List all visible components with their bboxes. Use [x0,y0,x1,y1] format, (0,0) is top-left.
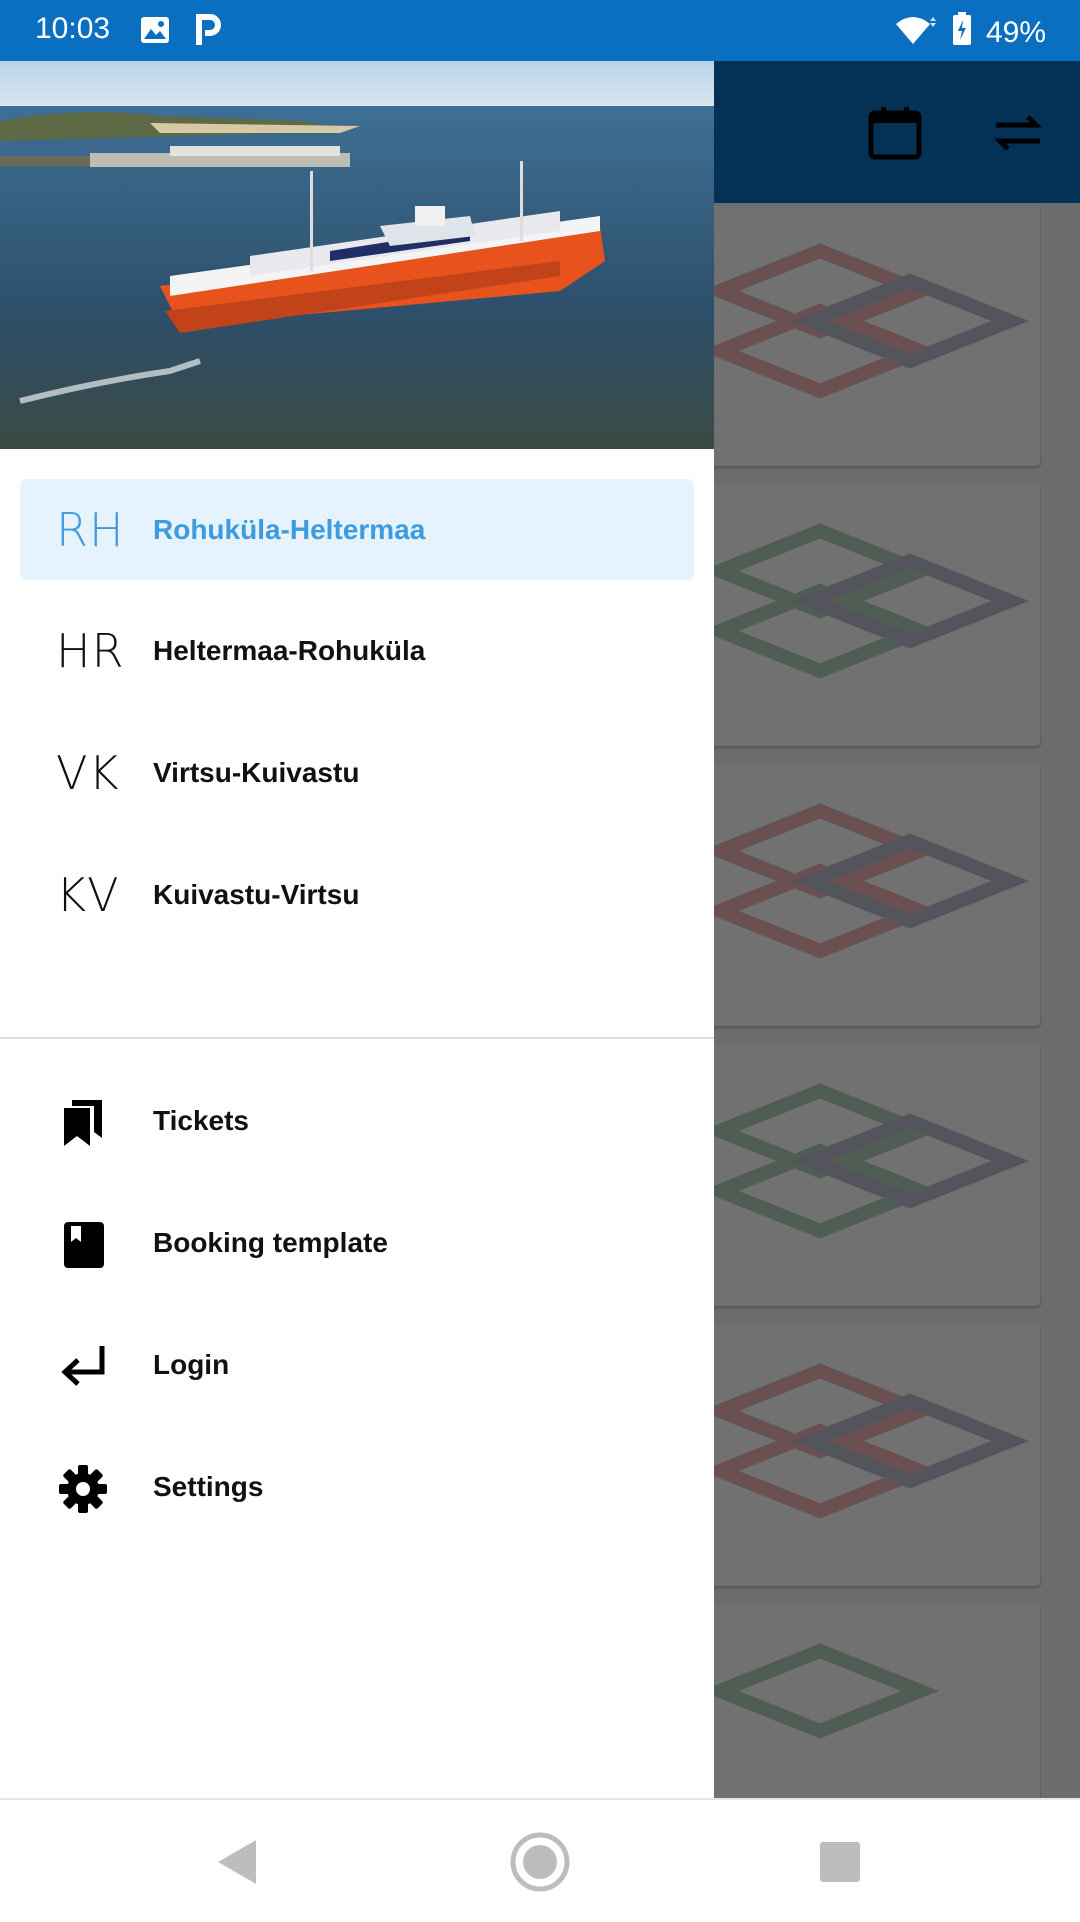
tickets-icon [64,1100,102,1146]
route-label: Rohuküla-Heltermaa [153,514,426,545]
menu-label: Booking template [153,1227,388,1258]
recents-icon[interactable] [808,1830,872,1894]
booking-template-icon [64,1222,104,1268]
parking-icon [196,14,222,51]
route-item-kuivastu-virtsu[interactable]: KV Kuivastu-Virtsu [20,844,694,945]
route-code: HR [56,624,125,678]
settings-icon [59,1465,107,1513]
system-nav-bar [0,1798,1080,1922]
menu-item-tickets[interactable]: Tickets [20,1072,694,1172]
menu-label: Login [153,1349,230,1380]
route-item-heltermaa-rohukula[interactable]: HR Heltermaa-Rohuküla [20,600,694,701]
drawer-divider [0,1037,714,1039]
battery-icon [952,12,972,54]
navigation-drawer: RH Rohuküla-Heltermaa HR Heltermaa-Rohuk… [0,61,714,1798]
back-icon[interactable] [206,1830,270,1894]
drawer-header-image [0,61,714,449]
status-bar: 10:03 49% [0,0,1080,61]
route-code: RH [56,503,125,557]
wifi-icon [894,13,938,53]
battery-percent: 49% [985,16,1046,49]
route-label: Virtsu-Kuivastu [153,757,360,788]
status-time: 10:03 [35,12,111,45]
route-code: VK [56,746,120,800]
route-label: Heltermaa-Rohuküla [153,635,426,666]
menu-item-booking-template[interactable]: Booking template [20,1194,694,1294]
login-icon [61,1346,105,1386]
menu-item-login[interactable]: Login [20,1316,694,1416]
image-icon [140,16,170,49]
route-code: KV [56,868,120,922]
route-item-rohukula-heltermaa[interactable]: RH Rohuküla-Heltermaa [20,479,694,580]
route-item-virtsu-kuivastu[interactable]: VK Virtsu-Kuivastu [20,722,694,823]
menu-item-settings[interactable]: Settings [20,1438,694,1538]
ferry-photo [0,61,714,449]
route-label: Kuivastu-Virtsu [153,879,360,910]
menu-label: Settings [153,1471,264,1502]
home-icon[interactable] [508,1830,572,1894]
menu-label: Tickets [153,1105,249,1136]
